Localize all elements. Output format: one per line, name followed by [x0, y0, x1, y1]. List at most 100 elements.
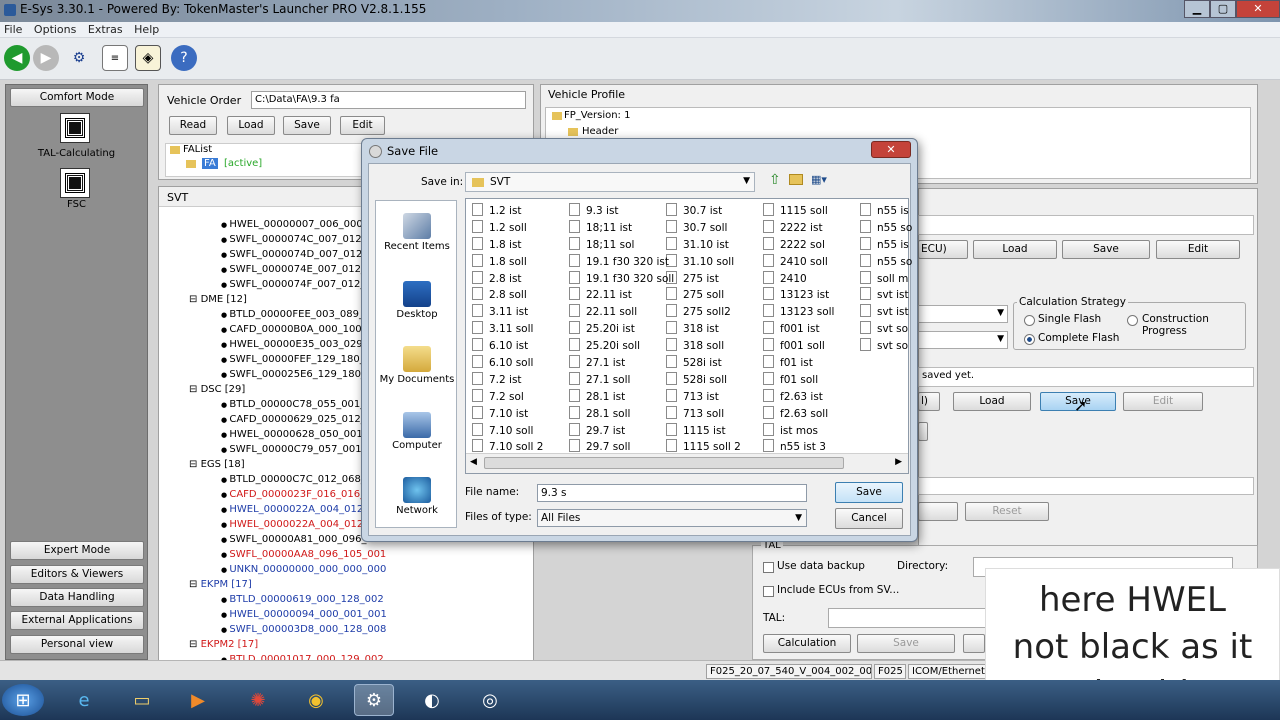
data-handling-button[interactable]: Data Handling — [10, 588, 144, 607]
tal-calculating-label[interactable]: TAL-Calculating — [6, 148, 147, 159]
file-item[interactable]: n55 is — [860, 203, 912, 220]
file-item[interactable]: svt ist — [860, 304, 912, 321]
tree-node[interactable]: ● HWEL_00000E35_003_029_ — [221, 337, 368, 353]
file-item[interactable]: 1.8 soll — [472, 254, 543, 271]
single-flash-radio[interactable] — [1024, 315, 1035, 326]
file-item[interactable]: 22.11 ist — [569, 287, 674, 304]
file-item[interactable]: 27.1 ist — [569, 355, 674, 372]
file-item[interactable]: svt so — [860, 338, 912, 355]
single-flash-label[interactable]: Single Flash — [1038, 313, 1101, 325]
file-item[interactable]: 1.8 ist — [472, 237, 543, 254]
scroll-right-icon[interactable]: ▶ — [895, 457, 902, 467]
construction-progress-radio[interactable] — [1127, 315, 1138, 326]
file-item[interactable]: 1.2 ist — [472, 203, 543, 220]
connect-icon[interactable]: ⚙ — [66, 45, 92, 71]
tree-node[interactable]: ● SWFL_00000FEF_129_180_ — [221, 352, 365, 368]
tree-node[interactable]: ● SWFL_0000074F_007_012_ — [221, 277, 365, 293]
tree-node[interactable]: ● UNKN_00000000_000_000_000 — [221, 562, 386, 578]
edit-button-2[interactable]: Edit — [1123, 392, 1203, 411]
reset-button[interactable]: Reset — [965, 502, 1049, 521]
combo-2[interactable]: ▼ — [918, 331, 1008, 349]
calculation-button[interactable]: Calculation — [763, 634, 851, 653]
file-item[interactable]: 3.11 soll — [472, 321, 543, 338]
construction-progress-label[interactable]: Construction Progress — [1142, 313, 1245, 337]
file-item[interactable]: 31.10 ist — [666, 237, 741, 254]
recorder-icon[interactable]: ◎ — [470, 684, 510, 716]
edit-button-1[interactable]: Edit — [1156, 240, 1240, 259]
file-list[interactable]: n55 is n55 so n55 is n55 so soll m svt ist svt… — [465, 198, 912, 474]
file-item[interactable]: n55 so — [860, 254, 912, 271]
file-item[interactable]: 9.3 ist — [569, 203, 674, 220]
tree-node[interactable]: ● BTLD_00000619_000_128_002 — [221, 592, 384, 608]
file-item[interactable]: 13123 soll — [763, 304, 834, 321]
file-item[interactable]: f2.63 ist — [763, 389, 834, 406]
tree-group[interactable]: ⊟ EKPM2 [17] — [189, 637, 258, 652]
file-item[interactable]: soll m — [860, 271, 912, 288]
menu-extras[interactable]: Extras — [84, 22, 127, 37]
tree-node[interactable]: ● CAFD_00000B0A_000_100_ — [221, 322, 367, 338]
personal-view-button[interactable]: Personal view — [10, 635, 144, 654]
complete-flash-radio[interactable] — [1024, 334, 1035, 345]
tree-node[interactable]: ● HWEL_00000628_050_001_ — [221, 427, 368, 443]
place-desktop[interactable]: Desktop — [376, 281, 458, 320]
falist-label[interactable]: FAList — [183, 144, 212, 155]
chrome-icon[interactable]: ◉ — [296, 684, 336, 716]
file-item[interactable]: 528i soll — [666, 372, 741, 389]
file-item[interactable]: 13123 ist — [763, 287, 834, 304]
file-item[interactable]: 713 soll — [666, 406, 741, 423]
save-order-button[interactable]: Save — [283, 116, 331, 135]
token-icon[interactable]: ◈ — [135, 45, 161, 71]
file-item[interactable]: 7.10 ist — [472, 406, 543, 423]
file-item[interactable]: 7.2 ist — [472, 372, 543, 389]
file-item[interactable]: 7.10 soll — [472, 423, 543, 440]
file-item[interactable]: 275 soll — [666, 287, 741, 304]
load-button-1[interactable]: Load — [973, 240, 1057, 259]
new-folder-icon[interactable] — [789, 174, 803, 185]
file-item[interactable]: 2.8 ist — [472, 271, 543, 288]
read-ecu-button[interactable]: ECU) — [918, 240, 968, 259]
tree-node[interactable]: ● BTLD_00000C78_055_001_ — [221, 397, 365, 413]
file-item[interactable]: f001 soll — [763, 338, 834, 355]
file-item[interactable]: 6.10 ist — [472, 338, 543, 355]
file-item[interactable]: 7.2 sol — [472, 389, 543, 406]
tree-node[interactable]: ● HWEL_0000022A_004_012_ — [221, 517, 368, 533]
app-icon-red[interactable]: ✺ — [238, 684, 278, 716]
load-order-button[interactable]: Load — [227, 116, 275, 135]
file-item[interactable]: 275 soll2 — [666, 304, 741, 321]
esys-taskbar-icon[interactable]: ⚙ — [354, 684, 394, 716]
file-item[interactable]: 1115 soll — [763, 203, 834, 220]
horizontal-scrollbar[interactable]: ◀ ▶ — [466, 453, 908, 473]
tal-calculating-icon[interactable] — [60, 113, 90, 143]
tree-node[interactable]: ● SWFL_0000074D_007_012_ — [221, 247, 367, 263]
view-menu-icon[interactable]: ▦▾ — [811, 173, 827, 186]
file-item[interactable]: f2.63 soll — [763, 406, 834, 423]
close-button[interactable]: ✕ — [1236, 0, 1280, 18]
file-item[interactable]: 528i ist — [666, 355, 741, 372]
place-recent-items[interactable]: Recent Items — [376, 213, 458, 252]
file-item[interactable]: 3.11 ist — [472, 304, 543, 321]
file-item[interactable]: 19.1 f30 320 ist — [569, 254, 674, 271]
file-item[interactable]: 2410 soll — [763, 254, 834, 271]
tree-node[interactable]: ● HWEL_00000094_000_001_001 — [221, 607, 387, 623]
include-ecus-label[interactable]: Include ECUs from SV... — [777, 584, 899, 596]
dialog-save-button[interactable]: Save — [835, 482, 903, 503]
comfort-mode-button[interactable]: Comfort Mode — [10, 88, 144, 107]
file-item[interactable]: 28.1 ist — [569, 389, 674, 406]
save-button-1[interactable]: Save — [1062, 240, 1150, 259]
use-data-backup-label[interactable]: Use data backup — [777, 560, 865, 572]
place-my-documents[interactable]: My Documents — [376, 346, 458, 385]
fsc-icon[interactable] — [60, 168, 90, 198]
header-node[interactable]: Header — [582, 126, 618, 137]
file-item[interactable]: f01 ist — [763, 355, 834, 372]
save-in-dropdown[interactable]: SVT ▼ — [465, 172, 755, 192]
file-item[interactable]: 2222 sol — [763, 237, 834, 254]
minimize-button[interactable]: ▁ — [1184, 0, 1210, 18]
scrollbar-thumb[interactable] — [484, 457, 844, 469]
file-item[interactable]: 318 ist — [666, 321, 741, 338]
file-item[interactable]: 29.7 ist — [569, 423, 674, 440]
tree-node[interactable]: ● SWFL_000025E6_129_180_ — [221, 367, 366, 383]
file-item[interactable]: 28.1 soll — [569, 406, 674, 423]
file-item[interactable]: svt ist — [860, 287, 912, 304]
file-item[interactable]: 1115 ist — [666, 423, 741, 440]
file-item[interactable]: 1.2 soll — [472, 220, 543, 237]
